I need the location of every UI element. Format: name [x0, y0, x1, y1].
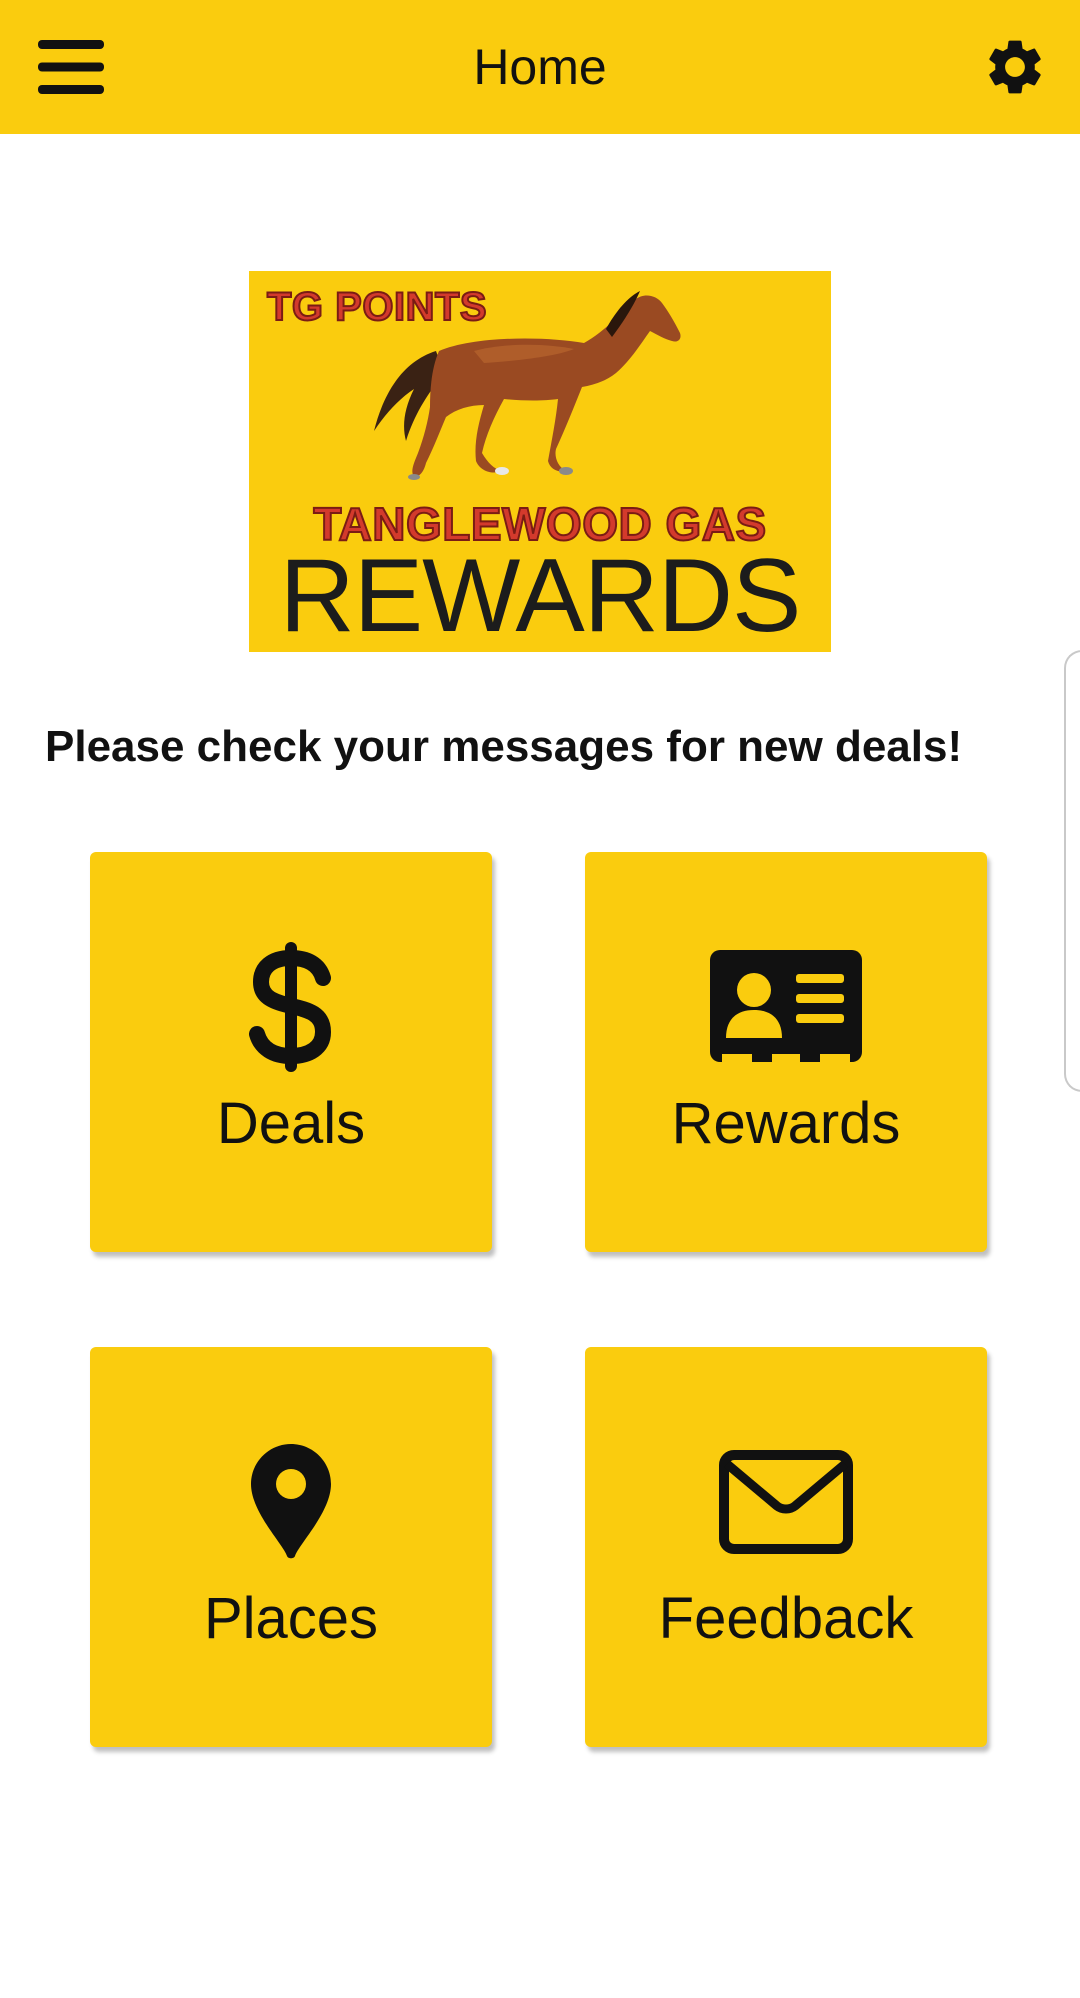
deals-message: Please check your messages for new deals…: [45, 722, 963, 771]
home-screen: Home TG POINTS TANGLEWOOD GAS REWARDS Pl…: [0, 0, 1080, 1998]
rewards-tile-label: Rewards: [671, 1091, 901, 1156]
page-title: Home: [473, 39, 607, 95]
gear-icon: [989, 40, 1041, 94]
places-tile-label: Places: [203, 1586, 379, 1651]
feedback-tile-label: Feedback: [658, 1586, 914, 1651]
deals-tile-label: Deals: [216, 1091, 366, 1156]
tg-points-logo: TG POINTS TANGLEWOOD GAS REWARDS: [249, 271, 831, 652]
places-tile[interactable]: Places: [90, 1347, 492, 1747]
deals-tile[interactable]: Deals: [90, 852, 492, 1252]
feedback-tile[interactable]: Feedback: [585, 1347, 987, 1747]
horse-icon: [374, 291, 681, 480]
top-app-bar: Home: [0, 0, 1080, 134]
map-pin-icon: [251, 1444, 331, 1559]
logo-rewards-text: REWARDS: [279, 538, 802, 652]
dollar-sign-icon: [249, 942, 332, 1072]
settings-button[interactable]: [972, 24, 1058, 110]
id-card-icon: [710, 949, 862, 1065]
envelope-icon: [719, 1450, 853, 1554]
edge-panel-handle[interactable]: [1064, 650, 1080, 1092]
rewards-tile[interactable]: Rewards: [585, 852, 987, 1252]
